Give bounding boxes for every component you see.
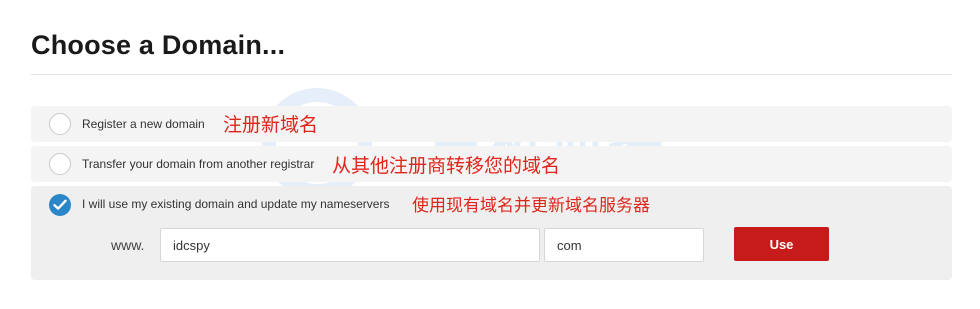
domain-name-input[interactable] xyxy=(160,228,540,262)
option-label: Register a new domain xyxy=(82,117,205,131)
option-register-new-domain[interactable]: Register a new domain xyxy=(31,106,952,142)
use-domain-button[interactable]: Use xyxy=(734,227,829,261)
radio-transfer-domain[interactable] xyxy=(49,153,71,175)
www-prefix-label: www. xyxy=(111,237,145,253)
option-label: Transfer your domain from another regist… xyxy=(82,157,315,171)
page-title: Choose a Domain... xyxy=(31,30,286,60)
annotation-register: 注册新域名 xyxy=(223,114,319,136)
title-divider xyxy=(31,74,952,75)
annotation-existing: 使用现有域名并更新域名服务器 xyxy=(412,196,650,216)
option-label: I will use my existing domain and update… xyxy=(82,197,390,211)
radio-register-new-domain[interactable] xyxy=(49,113,71,135)
radio-use-existing-domain[interactable] xyxy=(49,194,71,216)
domain-tld-input[interactable] xyxy=(544,228,704,262)
annotation-transfer: 从其他注册商转移您的域名 xyxy=(332,155,561,177)
checkmark-icon xyxy=(53,199,67,210)
